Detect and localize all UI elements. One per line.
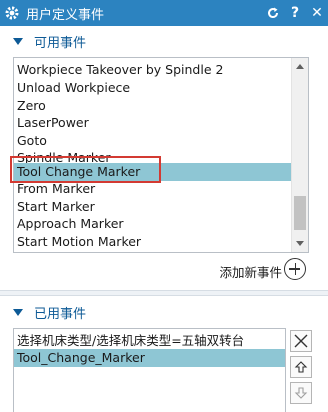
- title-bar: 用户定义事件 ? ✕: [0, 0, 328, 26]
- list-item[interactable]: Goto: [14, 132, 292, 150]
- reset-button[interactable]: [262, 5, 284, 21]
- remove-event-button[interactable]: [290, 330, 312, 352]
- close-icon: ✕: [311, 5, 323, 21]
- add-event-row: 添加新事件: [0, 258, 328, 282]
- add-new-event-label: 添加新事件: [219, 265, 282, 280]
- used-events-title: 已用事件: [34, 306, 87, 322]
- available-events-header[interactable]: 可用事件: [0, 30, 328, 52]
- move-down-button[interactable]: [290, 382, 312, 404]
- add-new-event-button[interactable]: [284, 258, 306, 280]
- scroll-up-arrow-icon[interactable]: [296, 64, 304, 69]
- available-events-title: 可用事件: [34, 35, 87, 51]
- help-button[interactable]: ?: [284, 5, 306, 21]
- list-item[interactable]: Approach Marker: [14, 215, 292, 233]
- dialog-title: 用户定义事件: [26, 7, 105, 23]
- section-divider: [0, 290, 328, 296]
- close-button[interactable]: ✕: [306, 5, 328, 21]
- close-icon: [294, 334, 308, 348]
- list-item[interactable]: Start Motion Marker: [14, 233, 292, 251]
- gear-icon: [5, 6, 19, 20]
- list-item[interactable]: Zero: [14, 97, 292, 115]
- list-item-selected[interactable]: Tool_Change_Marker: [14, 349, 285, 367]
- list-item[interactable]: From Marker: [14, 180, 292, 198]
- collapse-triangle-icon: [13, 308, 23, 316]
- list-item[interactable]: Workpiece Takeover by Spindle 2: [14, 61, 292, 79]
- used-events-list[interactable]: 选择机床类型/选择机床类型=五轴双转台 Tool_Change_Marker: [13, 328, 286, 412]
- arrow-down-icon: [294, 387, 308, 399]
- list-item[interactable]: Start Marker: [14, 198, 292, 216]
- used-events-header[interactable]: 已用事件: [0, 301, 328, 323]
- list-scrollbar[interactable]: [291, 58, 308, 252]
- list-item[interactable]: Unload Workpiece: [14, 79, 292, 97]
- help-icon: ?: [290, 5, 300, 21]
- list-item[interactable]: LaserPower: [14, 114, 292, 132]
- scroll-thumb[interactable]: [294, 196, 306, 230]
- list-item-selected[interactable]: Tool Change Marker: [14, 163, 292, 181]
- collapse-triangle-icon: [13, 37, 23, 45]
- move-up-button[interactable]: [290, 356, 312, 378]
- reset-icon: [268, 7, 279, 19]
- list-item[interactable]: 选择机床类型/选择机床类型=五轴双转台: [14, 332, 285, 350]
- available-events-list[interactable]: Workpiece Takeover by Spindle 2 Unload W…: [13, 57, 309, 253]
- scroll-down-arrow-icon[interactable]: [296, 241, 304, 246]
- arrow-up-icon: [294, 361, 308, 373]
